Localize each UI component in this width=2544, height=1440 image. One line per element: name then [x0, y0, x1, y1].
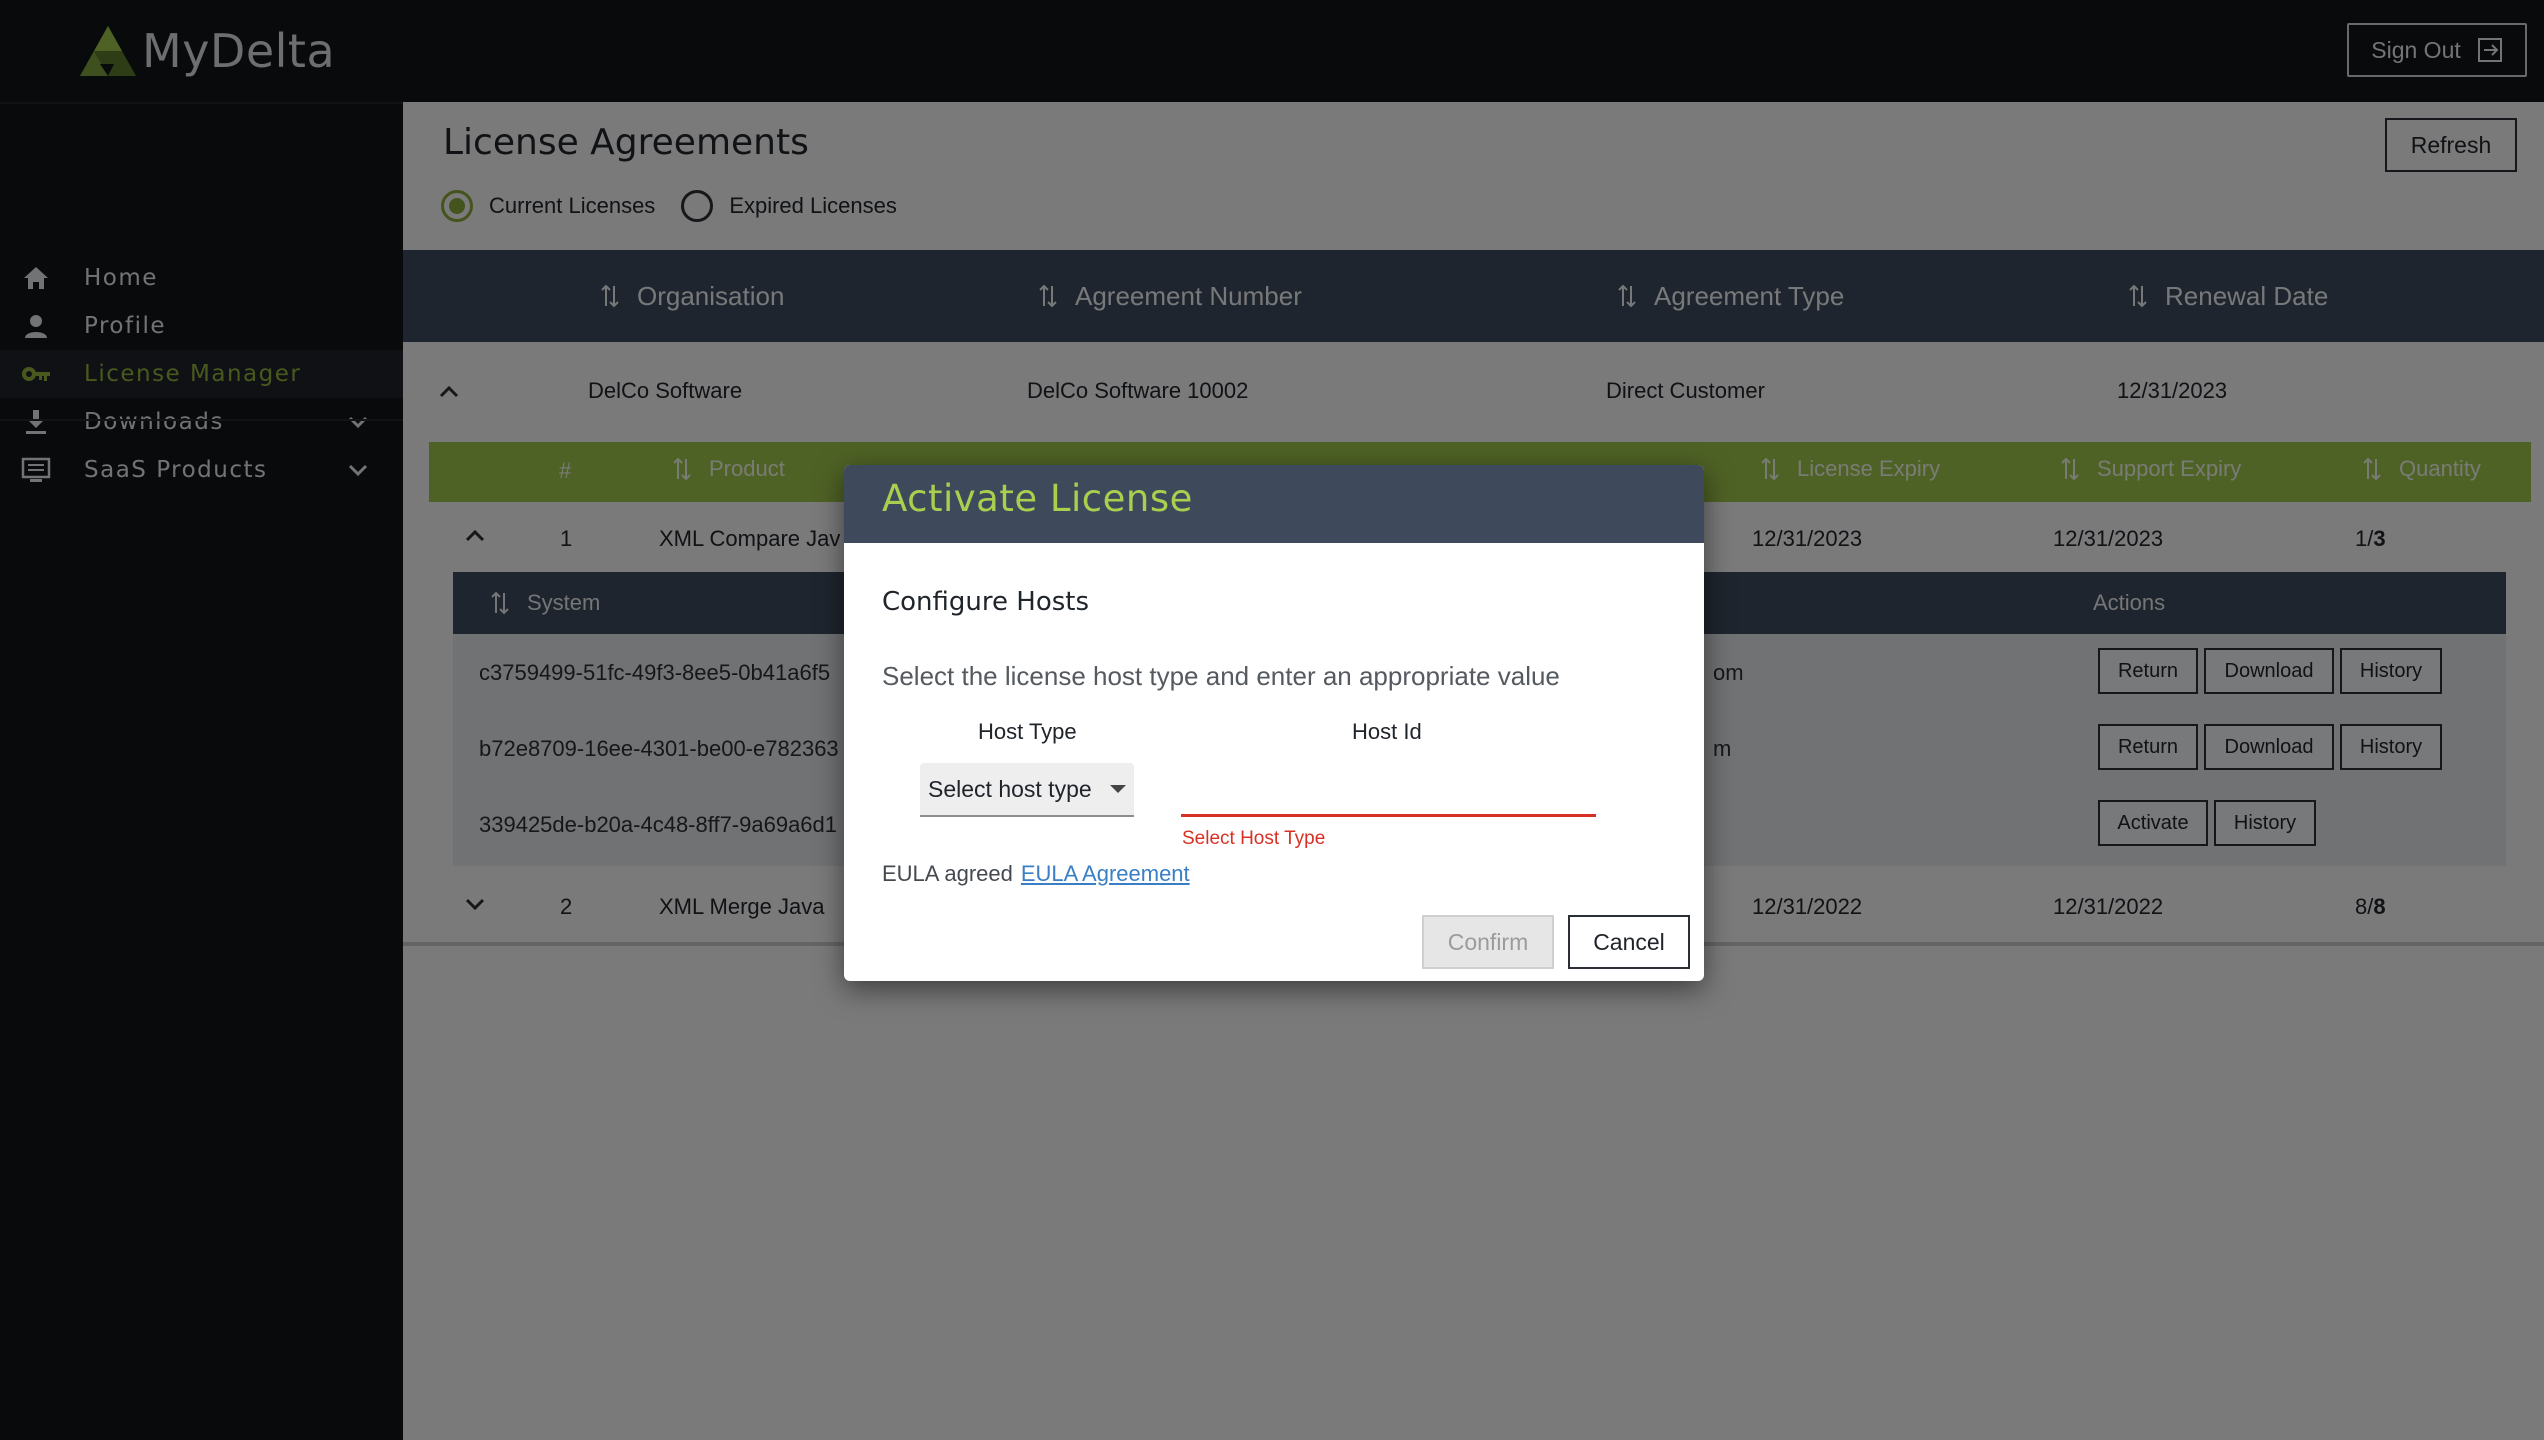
confirm-button[interactable]: Confirm [1422, 915, 1554, 969]
cancel-button[interactable]: Cancel [1568, 915, 1690, 969]
eula-text: EULA agreed [882, 861, 1013, 886]
host-type-label: Host Type [978, 719, 1077, 744]
host-id-input[interactable] [1181, 765, 1596, 817]
eula-agreement-link[interactable]: EULA Agreement [1021, 861, 1190, 886]
dialog-subtitle: Configure Hosts [882, 587, 1090, 617]
host-type-select-value: Select host type [928, 775, 1092, 802]
host-type-select[interactable]: Select host type [920, 763, 1134, 817]
dropdown-caret-icon [1109, 785, 1126, 793]
dialog-title: Activate License [882, 477, 1193, 520]
dialog-description: Select the license host type and enter a… [882, 661, 1560, 691]
eula-status: EULA agreed EULA Agreement [882, 861, 1190, 887]
host-id-label: Host Id [1352, 719, 1422, 744]
host-id-error: Select Host Type [1182, 828, 1326, 849]
dialog-header: Activate License [844, 465, 1704, 543]
activate-license-dialog: Activate License Configure Hosts Select … [844, 465, 1704, 981]
